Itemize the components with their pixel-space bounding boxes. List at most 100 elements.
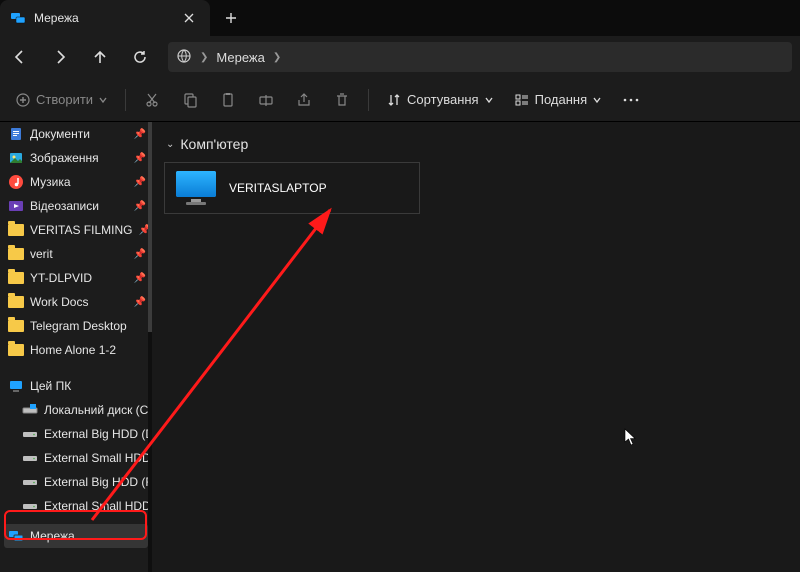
pin-icon: 📌: [134, 273, 146, 284]
folder-icon: [8, 222, 24, 238]
sidebar-label: Work Docs: [30, 295, 88, 309]
folder-icon: [8, 270, 24, 286]
sidebar-item[interactable]: Музика 📌: [0, 170, 152, 194]
network-icon: [10, 10, 26, 26]
command-toolbar: Створити Сортування Подання: [0, 78, 800, 122]
sidebar-item[interactable]: Відеозаписи 📌: [0, 194, 152, 218]
network-computer-item[interactable]: VERITASLAPTOP: [164, 162, 420, 214]
pin-icon: 📌: [134, 177, 146, 188]
up-button[interactable]: [80, 36, 120, 78]
sidebar-label: Відеозаписи: [30, 199, 99, 213]
address-segment[interactable]: Мережа: [216, 50, 264, 65]
sidebar-item-drive[interactable]: External Big HDD (D:): [0, 422, 152, 446]
pin-icon: 📌: [134, 297, 146, 308]
computer-name: VERITASLAPTOP: [229, 181, 327, 195]
pin-icon: 📌: [134, 201, 146, 212]
chevron-down-icon: ⌄: [166, 139, 174, 150]
folder-icon: [8, 318, 24, 334]
sidebar-label: Telegram Desktop: [30, 319, 127, 333]
tab-network[interactable]: Мережа: [0, 0, 210, 36]
chevron-down-icon: [99, 96, 107, 104]
drive-icon: [22, 498, 38, 514]
sidebar-item-drive[interactable]: External Small HDD (E:): [0, 446, 152, 470]
sidebar-label: Home Alone 1-2: [30, 343, 116, 357]
sidebar-label: External Big HDD (F:): [44, 475, 152, 489]
view-label: Подання: [535, 92, 588, 107]
drive-icon: [22, 474, 38, 490]
section-header-computer[interactable]: ⌄ Комп'ютер: [166, 136, 788, 152]
music-icon: [8, 174, 24, 190]
sidebar-item[interactable]: Home Alone 1-2: [0, 338, 152, 362]
new-menu-button[interactable]: Створити: [6, 82, 117, 118]
folder-icon: [8, 246, 24, 262]
sidebar-item[interactable]: Документи 📌: [0, 122, 152, 146]
tab-bar: Мережа: [0, 0, 800, 36]
new-tab-button[interactable]: [214, 1, 248, 35]
address-bar[interactable]: ❯ Мережа ❯: [168, 42, 792, 72]
content-pane: ⌄ Комп'ютер VERITASLAPTOP: [152, 122, 800, 572]
tab-title: Мережа: [34, 11, 174, 25]
sort-label: Сортування: [407, 92, 479, 107]
chevron-down-icon: [485, 96, 493, 104]
more-button[interactable]: [613, 82, 649, 118]
sidebar-item-drive[interactable]: External Big HDD (F:): [0, 470, 152, 494]
sidebar-item[interactable]: Work Docs 📌: [0, 290, 152, 314]
network-icon: [8, 528, 24, 544]
pictures-icon: [8, 150, 24, 166]
folder-icon: [8, 294, 24, 310]
copy-button[interactable]: [172, 82, 208, 118]
docs-icon: [8, 126, 24, 142]
folder-icon: [8, 342, 24, 358]
globe-icon: [176, 48, 192, 67]
sidebar-label: Музика: [30, 175, 71, 189]
drive-icon: [22, 402, 38, 418]
pin-icon: 📌: [134, 129, 146, 140]
sidebar-item[interactable]: Зображення 📌: [0, 146, 152, 170]
sidebar-label: External Big HDD (D:): [44, 427, 152, 441]
sidebar-label: Мережа: [30, 529, 75, 543]
main-split: Документи 📌 Зображення 📌 Музика 📌 Відеозаписи 📌…: [0, 122, 800, 572]
pin-icon: 📌: [134, 249, 146, 260]
sort-menu-button[interactable]: Сортування: [377, 82, 503, 118]
sidebar-label: verit: [30, 247, 53, 261]
sidebar-item-drive[interactable]: External Small HDD (G:): [0, 494, 152, 518]
new-label: Створити: [36, 92, 93, 107]
sidebar-label: Локальний диск (C:): [44, 403, 152, 417]
sidebar-label: Документи: [30, 127, 90, 141]
drive-icon: [22, 450, 38, 466]
sidebar-item[interactable]: Telegram Desktop: [0, 314, 152, 338]
cursor-icon: [624, 428, 638, 451]
sidebar-item[interactable]: VERITAS FILMING📌: [0, 218, 152, 242]
chevron-down-icon: [593, 96, 601, 104]
drive-icon: [22, 426, 38, 442]
pin-icon: 📌: [134, 153, 146, 164]
chevron-right-icon: ❯: [273, 52, 281, 63]
share-button[interactable]: [286, 82, 322, 118]
sidebar-item[interactable]: YT-DLPVID 📌: [0, 266, 152, 290]
navigation-bar: ❯ Мережа ❯: [0, 36, 800, 78]
sidebar-label: Зображення: [30, 151, 99, 165]
view-menu-button[interactable]: Подання: [505, 82, 612, 118]
pc-icon: [8, 378, 24, 394]
separator: [125, 89, 126, 111]
paste-button[interactable]: [210, 82, 246, 118]
rename-button[interactable]: [248, 82, 284, 118]
delete-button[interactable]: [324, 82, 360, 118]
sidebar-label: Цей ПК: [30, 379, 71, 393]
sidebar-label: External Small HDD (E:): [44, 451, 152, 465]
sidebar-item[interactable]: verit 📌: [0, 242, 152, 266]
cut-button[interactable]: [134, 82, 170, 118]
sidebar-label: External Small HDD (G:): [44, 499, 152, 513]
close-icon[interactable]: [182, 11, 196, 25]
sidebar-item-thispc[interactable]: Цей ПК: [0, 374, 152, 398]
forward-button[interactable]: [40, 36, 80, 78]
refresh-button[interactable]: [120, 36, 160, 78]
back-button[interactable]: [0, 36, 40, 78]
file-explorer-window: Мережа ❯ Мережа ❯: [0, 0, 800, 572]
sidebar-item-network[interactable]: Мережа: [4, 524, 148, 548]
sidebar-label: YT-DLPVID: [30, 271, 92, 285]
sidebar-item-drive[interactable]: Локальний диск (C:): [0, 398, 152, 422]
section-title: Комп'ютер: [180, 136, 248, 152]
videos-icon: [8, 198, 24, 214]
computer-icon: [173, 170, 219, 206]
